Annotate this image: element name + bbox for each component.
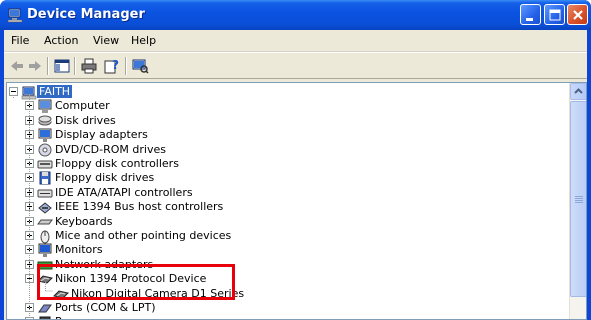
tree-item-ieee-1394-bus-host-controllers-row[interactable]: IEEE 1394 Bus host controllers <box>7 199 567 215</box>
back-arrow-icon[interactable] <box>8 57 26 75</box>
show-hide-tree-icon[interactable] <box>53 57 71 75</box>
tree-item-monitors-row[interactable]: Monitors <box>7 242 567 258</box>
minimize-button[interactable] <box>520 4 541 25</box>
device-manager-window: Device Manager File Action View Help ? F… <box>0 0 591 320</box>
tree-item-display-adapters-row[interactable]: Display adapters <box>7 127 567 143</box>
vertical-scrollbar[interactable] <box>569 83 586 319</box>
toolbar-separator <box>47 57 49 75</box>
maximize-icon <box>549 9 561 21</box>
toolbar: ? <box>4 52 587 79</box>
window-title: Device Manager <box>27 7 145 22</box>
toolbar-separator <box>125 57 127 75</box>
close-button[interactable] <box>567 4 588 25</box>
menu-bar: File Action View Help <box>4 30 587 52</box>
svg-text:?: ? <box>112 58 119 72</box>
maximize-button[interactable] <box>544 4 565 25</box>
menu-action[interactable]: Action <box>44 34 78 47</box>
toolbar-separator <box>74 57 76 75</box>
menu-view[interactable]: View <box>93 34 119 47</box>
title-bar[interactable]: Device Manager <box>0 0 591 30</box>
scan-hardware-icon[interactable] <box>131 57 149 75</box>
red-highlight-box <box>37 264 235 300</box>
menu-file[interactable]: File <box>11 34 29 47</box>
close-icon <box>573 10 583 20</box>
minimize-icon <box>526 18 533 21</box>
device-manager-icon <box>7 8 23 23</box>
chevron-up-icon <box>574 88 583 94</box>
tree-item-processors-row[interactable]: Processors <box>7 314 567 319</box>
scroll-thumb[interactable] <box>570 101 586 297</box>
tree-item-computer-row[interactable]: Computer <box>7 98 567 114</box>
scroll-up-button[interactable] <box>570 83 586 100</box>
menu-help[interactable]: Help <box>131 34 156 47</box>
tree-item-floppy-disk-drives-row[interactable]: Floppy disk drives <box>7 170 567 186</box>
forward-arrow-icon[interactable] <box>26 57 44 75</box>
print-icon[interactable] <box>80 57 98 75</box>
properties-help-icon[interactable]: ? <box>103 57 121 75</box>
